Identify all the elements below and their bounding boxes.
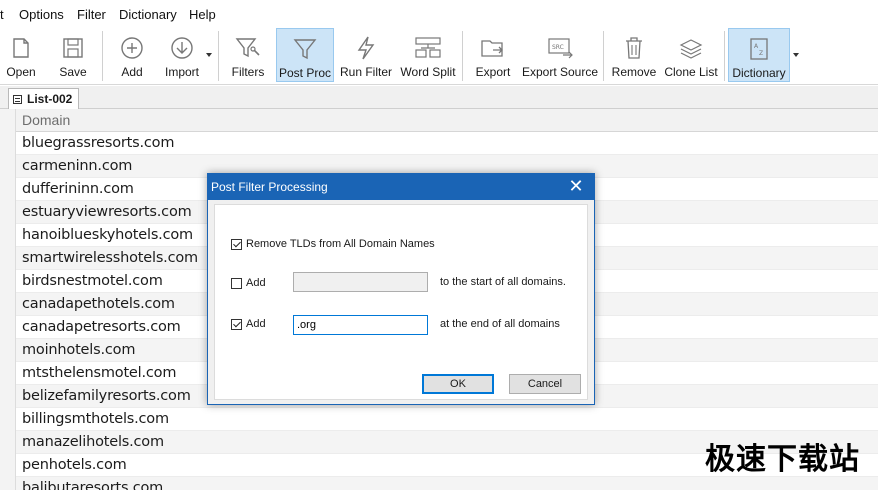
export-source-icon: SRC — [540, 33, 580, 63]
lightning-icon — [346, 33, 386, 63]
export-icon — [473, 33, 513, 63]
table-row[interactable]: bluegrassresorts.com — [16, 132, 878, 155]
ok-button[interactable]: OK — [422, 374, 494, 394]
remove-tlds-checkbox[interactable] — [231, 239, 242, 250]
dictionary-label: Dictionary — [732, 66, 786, 80]
watermark-logo: 极速下载站 — [705, 442, 860, 477]
run-filter-button[interactable]: Run Filter — [338, 28, 394, 82]
remove-label: Remove — [611, 65, 657, 79]
save-icon — [53, 33, 93, 63]
list-icon — [13, 94, 22, 104]
prefix-description: to the start of all domains. — [440, 276, 566, 288]
menu-file-partial[interactable]: t — [0, 7, 4, 22]
menu-filter[interactable]: Filter — [77, 7, 106, 22]
word-split-button[interactable]: Word Split — [398, 28, 458, 82]
import-button[interactable]: Import — [160, 28, 204, 82]
cancel-button[interactable]: Cancel — [509, 374, 581, 394]
dictionary-dropdown-arrow-icon[interactable] — [793, 53, 799, 57]
funnel-wrench-icon — [228, 33, 268, 63]
export-label: Export — [475, 65, 511, 79]
plus-circle-icon — [112, 33, 152, 63]
dialog-body: Remove TLDs from All Domain Names Add to… — [214, 204, 588, 400]
word-split-icon — [408, 33, 448, 63]
column-header-domain[interactable]: Domain — [16, 109, 878, 132]
menu-bar: t Options Filter Dictionary Help — [0, 0, 878, 28]
toolbar-divider — [462, 31, 463, 81]
download-circle-icon — [162, 33, 202, 63]
import-label: Import — [164, 65, 199, 79]
clone-list-label: Clone List — [664, 65, 718, 79]
save-label: Save — [59, 65, 87, 79]
export-button[interactable]: Export — [470, 28, 516, 82]
suffix-description: at the end of all domains — [440, 318, 560, 330]
add-suffix-checkbox[interactable] — [231, 319, 242, 330]
toolbar-divider — [218, 31, 219, 81]
dialog-title-bar[interactable]: Post Filter Processing ✕ — [208, 174, 594, 200]
toolbar: Open Save Add Import Filters Post Proc R… — [0, 28, 878, 85]
svg-text:Z: Z — [759, 50, 763, 57]
tab-list-002[interactable]: List-002 — [8, 88, 80, 109]
clone-stack-icon — [671, 33, 711, 63]
table-row[interactable]: billingsmthotels.com — [16, 408, 878, 431]
close-icon[interactable]: ✕ — [562, 175, 590, 199]
add-suffix-label[interactable]: Add — [246, 318, 266, 330]
svg-text:A: A — [754, 43, 759, 50]
remove-button[interactable]: Remove — [610, 28, 658, 82]
toolbar-divider — [102, 31, 103, 81]
add-prefix-label[interactable]: Add — [246, 277, 266, 289]
dictionary-button[interactable]: AZ Dictionary — [728, 28, 790, 82]
dialog-title: Post Filter Processing — [211, 180, 328, 194]
filters-button[interactable]: Filters — [226, 28, 270, 82]
word-split-label: Word Split — [400, 65, 456, 79]
open-icon — [1, 33, 41, 63]
open-label: Open — [6, 65, 36, 79]
clone-list-button[interactable]: Clone List — [662, 28, 720, 82]
post-filter-processing-dialog: Post Filter Processing ✕ Remove TLDs fro… — [207, 173, 595, 405]
export-source-label: Export Source — [521, 65, 599, 79]
menu-options[interactable]: Options — [19, 7, 64, 22]
add-label: Add — [121, 65, 143, 79]
table-row[interactable]: balibutaresorts.com — [16, 477, 878, 490]
funnel-icon — [285, 34, 325, 64]
post-proc-label: Post Proc — [278, 66, 332, 80]
remove-tlds-label[interactable]: Remove TLDs from All Domain Names — [246, 238, 435, 250]
export-source-button[interactable]: SRC Export Source — [522, 28, 598, 82]
open-button[interactable]: Open — [0, 28, 42, 82]
prefix-input[interactable] — [293, 272, 428, 292]
add-button[interactable]: Add — [110, 28, 154, 82]
svg-text:SRC: SRC — [552, 44, 564, 51]
row-gutter — [0, 109, 16, 490]
menu-dictionary[interactable]: Dictionary — [119, 7, 177, 22]
save-button[interactable]: Save — [50, 28, 96, 82]
filters-label: Filters — [231, 65, 265, 79]
import-dropdown-arrow-icon[interactable] — [206, 53, 212, 57]
menu-help[interactable]: Help — [189, 7, 216, 22]
document-tab-strip: List-002 — [0, 86, 878, 109]
add-prefix-checkbox[interactable] — [231, 278, 242, 289]
suffix-input[interactable] — [293, 315, 428, 335]
post-proc-button[interactable]: Post Proc — [276, 28, 334, 82]
run-filter-label: Run Filter — [339, 65, 392, 79]
trash-icon — [614, 33, 654, 63]
toolbar-divider — [724, 31, 725, 81]
dictionary-book-icon: AZ — [739, 34, 779, 64]
tab-label: List-002 — [27, 92, 73, 106]
toolbar-divider — [603, 31, 604, 81]
